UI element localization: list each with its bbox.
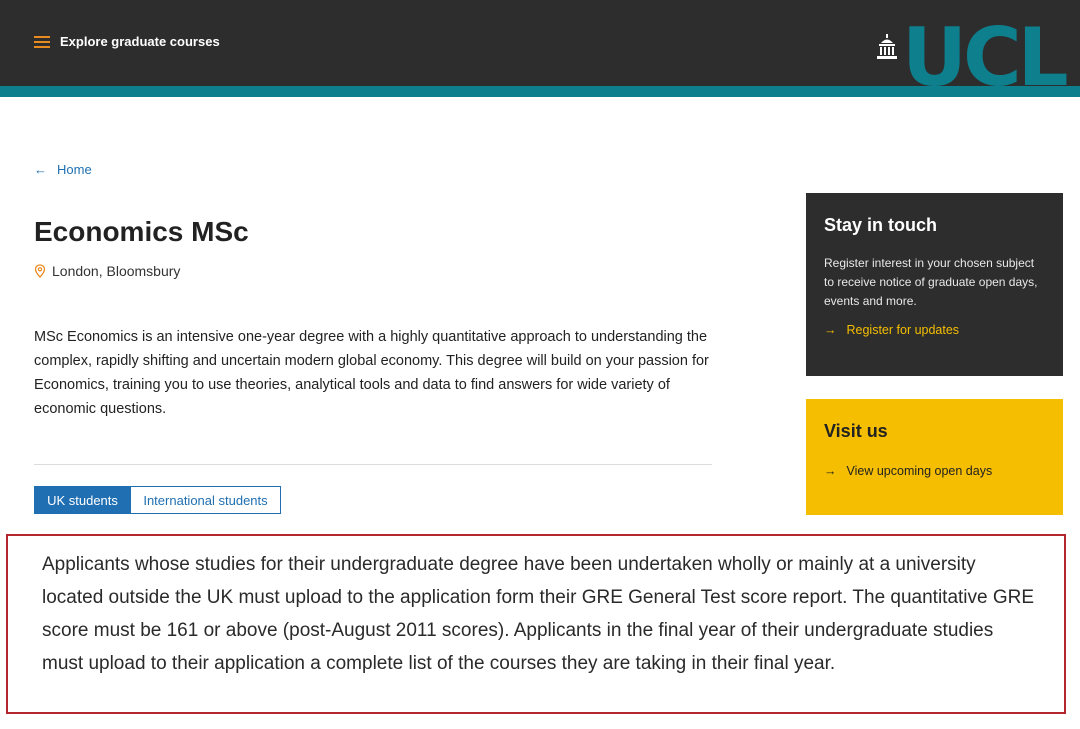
register-for-updates-link[interactable]: → Register for updates	[824, 323, 1045, 337]
page-title: Economics MSc	[34, 216, 249, 247]
tab-uk-students[interactable]: UK students	[34, 486, 131, 514]
visit-us-panel: Visit us → View upcoming open days	[806, 399, 1063, 515]
breadcrumb-home-link[interactable]: ← Home	[34, 162, 92, 177]
menu-label: Explore graduate courses	[60, 34, 220, 49]
explore-courses-menu-button[interactable]: Explore graduate courses	[34, 34, 220, 49]
notice-text: Applicants whose studies for their under…	[42, 554, 1035, 674]
site-header: Explore graduate courses UCL	[0, 0, 1080, 98]
arrow-left-icon: ←	[34, 162, 47, 177]
arrow-right-icon: →	[824, 464, 837, 478]
course-location: London, Bloomsbury	[34, 263, 180, 279]
portico-icon	[877, 34, 897, 59]
visit-us-title: Visit us	[824, 421, 888, 441]
view-open-days-link[interactable]: → View upcoming open days	[824, 464, 1045, 478]
stay-in-touch-text: Register interest in your chosen subject…	[824, 256, 1038, 308]
header-accent-strip	[0, 86, 1080, 97]
register-link-label: Register for updates	[846, 323, 960, 337]
course-intro: MSc Economics is an intensive one-year d…	[34, 329, 709, 417]
open-days-link-label: View upcoming open days	[846, 464, 993, 478]
tab-international-students[interactable]: International students	[131, 486, 281, 514]
breadcrumb-label: Home	[57, 162, 92, 177]
stay-in-touch-panel: Stay in touch Register interest in your …	[806, 193, 1063, 376]
arrow-right-icon: →	[824, 323, 837, 337]
hamburger-icon	[34, 35, 50, 48]
student-type-tabs: UK students International students	[34, 486, 281, 514]
highlighted-requirements-notice: Applicants whose studies for their under…	[6, 534, 1066, 714]
location-pin-icon	[34, 264, 46, 278]
stay-in-touch-title: Stay in touch	[824, 215, 938, 235]
section-divider	[34, 464, 712, 465]
location-text: London, Bloomsbury	[52, 263, 181, 279]
